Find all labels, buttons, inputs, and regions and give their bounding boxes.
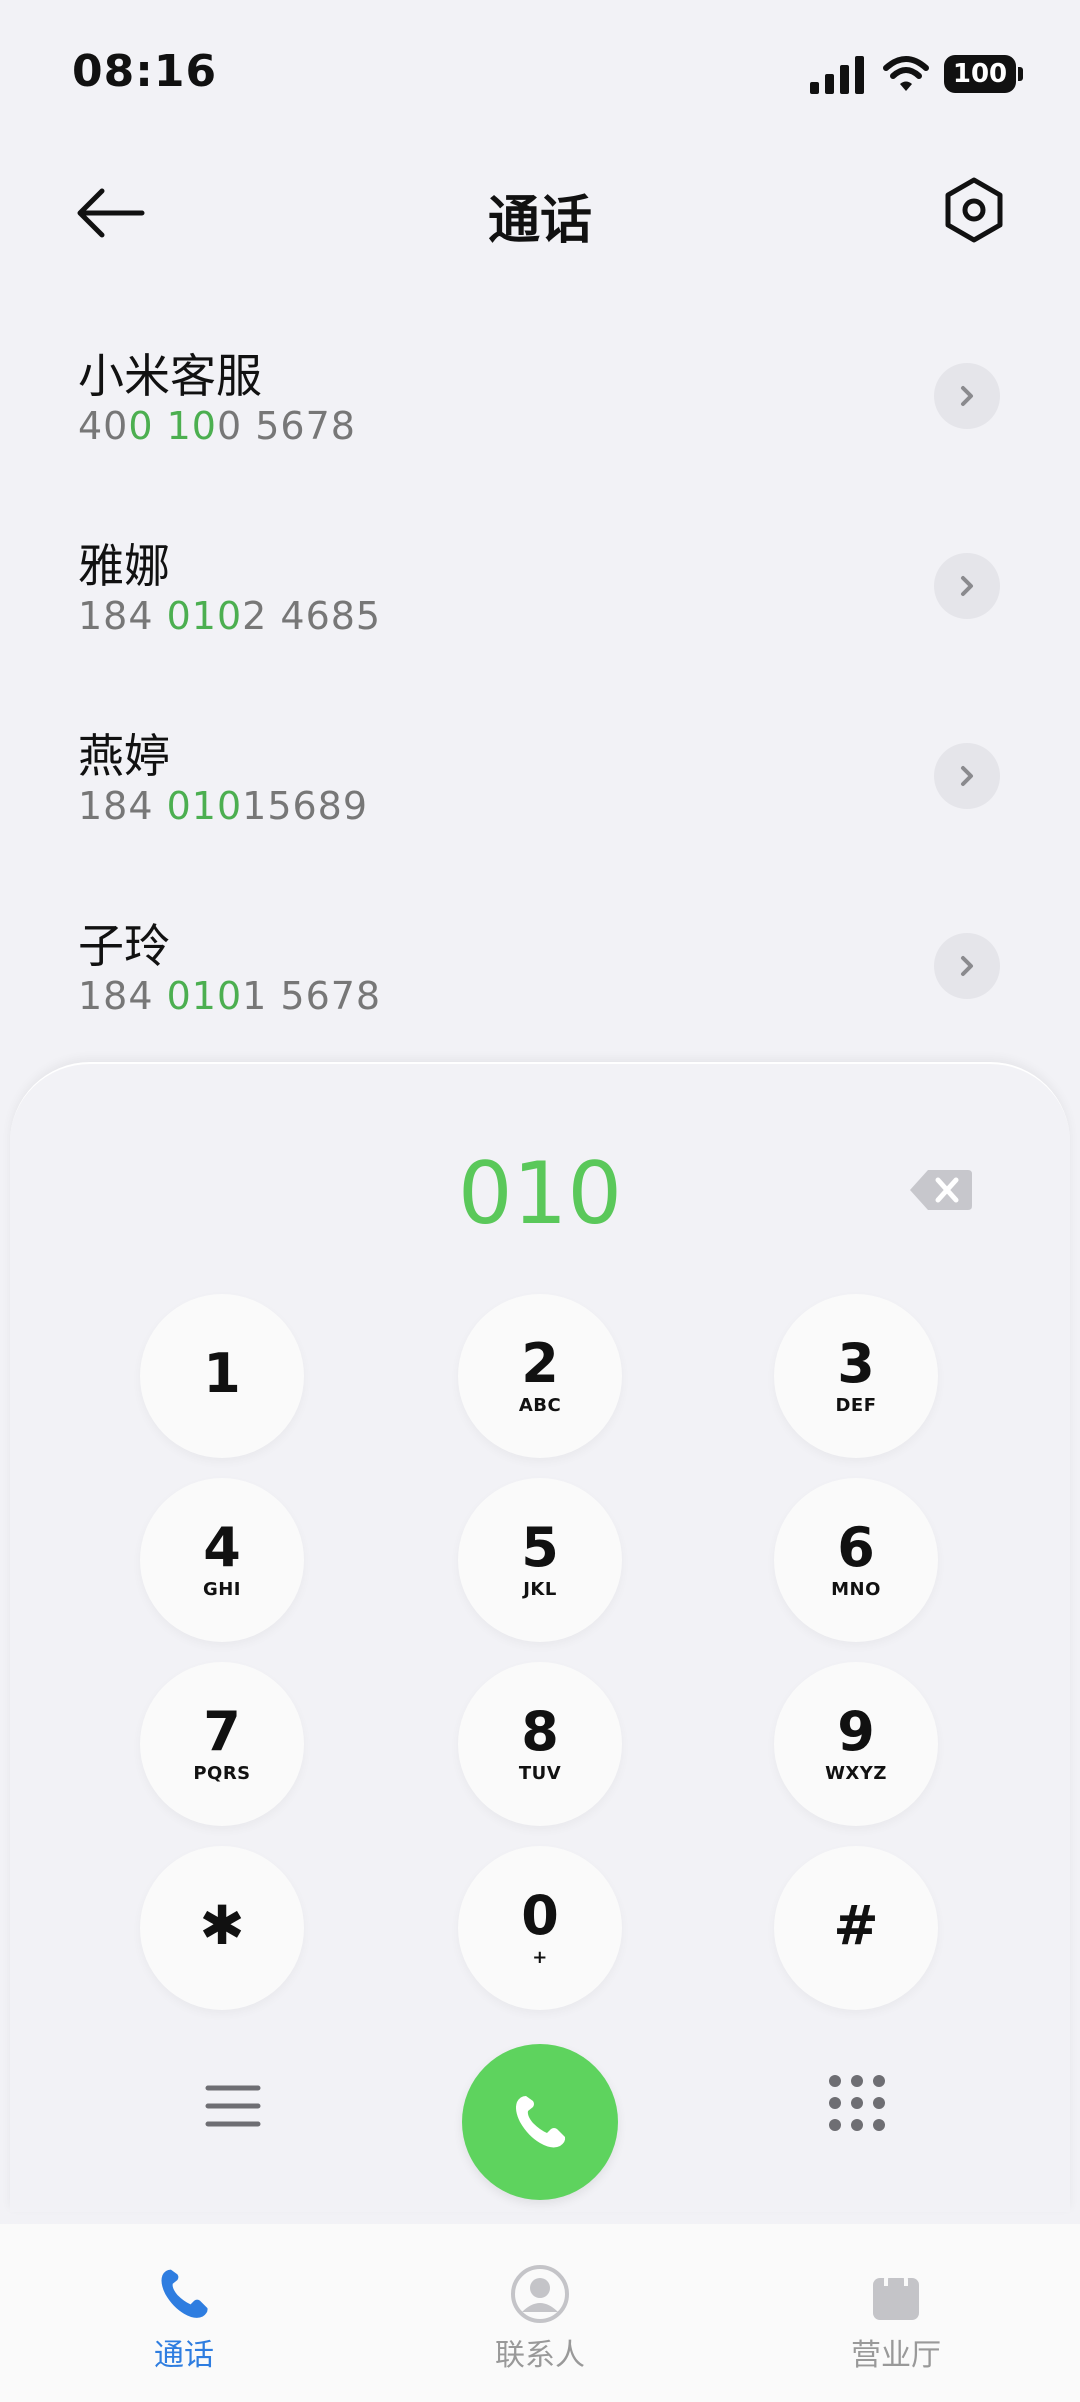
tab-label: 联系人	[495, 2338, 585, 2373]
key-4[interactable]: 4 GHI	[140, 1478, 304, 1642]
tab-contacts[interactable]: 联系人	[360, 2224, 720, 2402]
chevron-right-icon	[961, 386, 973, 406]
contact-number: 400 100 5678	[78, 404, 356, 448]
contact-detail-button[interactable]	[934, 743, 1000, 809]
bottom-nav: 通话 联系人 营业厅	[0, 2224, 1080, 2402]
contact-item[interactable]: 燕婷 184 01015689	[0, 710, 1080, 900]
dial-pad: 010 1 2 ABC 3 DEF 4 GHI 5 JKL 6 MNO 7 PQRS 8 TU…	[10, 1062, 1070, 2212]
page-title: 通话	[487, 191, 592, 251]
contact-item[interactable]: 雅娜 184 0102 4685	[0, 520, 1080, 710]
key-5[interactable]: 5 JKL	[458, 1478, 622, 1642]
tab-service-hall[interactable]: 营业厅	[716, 2224, 1076, 2402]
match-highlight: 010	[166, 784, 243, 828]
battery-indicator: 100	[944, 55, 1023, 93]
contact-detail-button[interactable]	[934, 363, 1000, 429]
status-time: 08:16	[72, 46, 218, 97]
key-6[interactable]: 6 MNO	[774, 1478, 938, 1642]
key-2[interactable]: 2 ABC	[458, 1294, 622, 1458]
contact-number: 184 01015689	[78, 784, 369, 828]
key-8[interactable]: 8 TUV	[458, 1662, 622, 1826]
person-icon	[511, 2265, 569, 2323]
match-highlight: 0 10	[128, 404, 217, 448]
contact-number: 184 0101 5678	[78, 974, 382, 1018]
bag-icon	[873, 2267, 919, 2320]
key-3[interactable]: 3 DEF	[774, 1294, 938, 1458]
key-star[interactable]: ✱	[140, 1846, 304, 2010]
settings-icon[interactable]	[940, 176, 1008, 244]
contact-name: 小米客服	[78, 349, 262, 403]
contact-name: 雅娜	[78, 539, 170, 593]
key-9[interactable]: 9 WXYZ	[774, 1662, 938, 1826]
dialpad-grid-icon[interactable]	[826, 2072, 888, 2134]
key-hash[interactable]: #	[774, 1846, 938, 2010]
chevron-right-icon	[961, 576, 973, 596]
contact-name: 燕婷	[78, 729, 170, 783]
key-1[interactable]: 1	[140, 1294, 304, 1458]
chevron-right-icon	[961, 766, 973, 786]
contact-detail-button[interactable]	[934, 933, 1000, 999]
chevron-right-icon	[961, 956, 973, 976]
tab-label: 通话	[154, 2338, 214, 2373]
key-7[interactable]: 7 PQRS	[140, 1662, 304, 1826]
match-highlight: 010	[166, 974, 243, 1018]
phone-icon	[516, 2096, 566, 2148]
match-highlight: 010	[166, 594, 243, 638]
status-bar: 08:16 100	[0, 0, 1080, 150]
menu-icon[interactable]	[198, 2078, 268, 2134]
tab-label: 营业厅	[851, 2338, 941, 2373]
phone-icon	[161, 2269, 208, 2318]
contact-name: 子玲	[78, 919, 170, 973]
contact-list: 小米客服 400 100 5678 雅娜 184 0102 4685 燕婷 18…	[0, 330, 1080, 1090]
contact-detail-button[interactable]	[934, 553, 1000, 619]
call-button[interactable]	[462, 2044, 618, 2200]
tab-calls[interactable]: 通话	[4, 2224, 364, 2402]
contact-number: 184 0102 4685	[78, 594, 382, 638]
backspace-icon[interactable]	[908, 1168, 974, 1212]
signal-icon	[810, 56, 864, 94]
key-0[interactable]: 0 +	[458, 1846, 622, 2010]
contact-item[interactable]: 小米客服 400 100 5678	[0, 330, 1080, 520]
wifi-icon	[883, 56, 929, 91]
